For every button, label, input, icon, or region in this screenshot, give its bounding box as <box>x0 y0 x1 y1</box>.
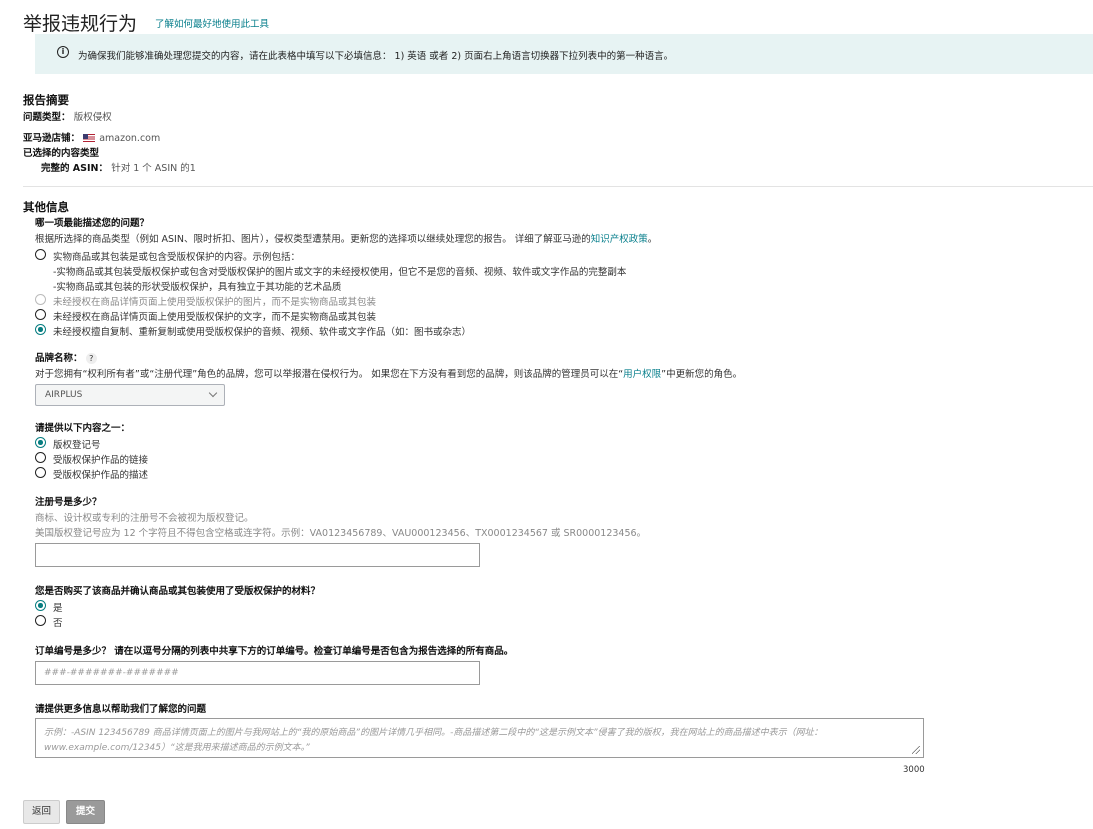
issue-option-label: 未经授权在商品详情页面上使用受版权保护的图片，而不是实物商品或其包装 <box>53 297 377 308</box>
brand-desc-prefix: 对于您拥有“权利所有者”或“注册代理”角色的品牌，您可以举报潜在侵权行为。 如果… <box>35 369 624 380</box>
issue-description: 根据所选择的商品类型（例如 ASIN、限时折扣、图片），侵权类型遭禁用。更新您的… <box>35 231 657 245</box>
provide-option-radio[interactable] <box>35 452 46 463</box>
brand-label: 品牌名称： <box>35 353 83 364</box>
order-input[interactable]: ###-#######-####### <box>35 661 480 685</box>
issue-option-detail: -实物商品或其包装受版权保护或包含对受版权保护的图片或文字的未经授权使用，但它不… <box>53 267 627 278</box>
brand-description: 对于您拥有“权利所有者”或“注册代理”角色的品牌，您可以举报潜在侵权行为。 如果… <box>35 366 742 380</box>
resize-handle-icon[interactable] <box>912 746 920 754</box>
back-button[interactable]: 返回 <box>23 800 60 824</box>
issue-option-radio[interactable] <box>35 309 46 320</box>
brand-select[interactable]: AIRPLUS <box>35 384 225 406</box>
issue-question: 哪一项最能描述您的问题？ <box>35 218 150 229</box>
issue-desc-suffix: 。 <box>647 234 658 245</box>
issue-option-label: 实物商品或其包装是或包含受版权保护的内容。示例包括： <box>53 252 301 263</box>
purchase-no-label: 否 <box>53 618 63 629</box>
registration-label: 注册号是多少？ <box>35 497 102 508</box>
provide-option-radio[interactable] <box>35 437 46 448</box>
store-value: amazon.com <box>99 133 161 144</box>
issue-type-row: 问题类型： 版权侵权 <box>23 109 112 123</box>
registration-input[interactable] <box>35 543 480 567</box>
issue-type-label: 问题类型： <box>23 112 71 123</box>
info-icon: i <box>57 46 69 58</box>
summary-heading: 报告摘要 <box>23 93 69 107</box>
brand-selected-value: AIRPLUS <box>45 390 83 400</box>
issue-option-label: 未经授权擅自复制、重新复制或使用受版权保护的音频、视频、软件或文字作品（如：图书… <box>53 327 472 338</box>
provide-label: 请提供以下内容之一： <box>35 423 131 434</box>
section-divider <box>23 186 1093 187</box>
user-permissions-link[interactable]: 用户权限 <box>623 369 661 380</box>
ip-policy-link[interactable]: 知识产权政策 <box>591 234 648 245</box>
purchase-label: 您是否购买了该商品并确认商品或其包装使用了受版权保护的材料？ <box>35 586 321 597</box>
details-placeholder: 示例：-ASIN 123456789 商品详情页面上的图片与我网站上的“我的原始… <box>44 728 823 738</box>
purchase-yes-radio[interactable] <box>35 600 46 611</box>
provide-option-radio[interactable] <box>35 467 46 478</box>
details-textarea[interactable]: 示例：-ASIN 123456789 商品详情页面上的图片与我网站上的“我的原始… <box>35 718 924 758</box>
provide-option-label: 版权登记号 <box>53 440 101 451</box>
help-icon[interactable]: ? <box>85 352 97 364</box>
issue-option-radio[interactable] <box>35 249 46 260</box>
purchase-no-radio[interactable] <box>35 615 46 626</box>
provide-option-label: 受版权保护作品的描述 <box>53 470 149 481</box>
asin-row: 完整的 ASIN： 针对 1 个 ASIN 的1 <box>41 160 196 174</box>
char-limit: 3000 <box>903 765 925 775</box>
store-label: 亚马逊店铺： <box>23 133 81 144</box>
banner-text: 为确保我们能够准确处理您提交的内容，请在此表格中填写以下必填信息： 1) 英语 … <box>78 51 674 62</box>
brand-label-row: 品牌名称： ? <box>35 350 97 364</box>
details-placeholder: www.example.com/12345）“这是我用来描述商品的示例文本。” <box>44 743 310 753</box>
issue-option-radio[interactable] <box>35 324 46 335</box>
issue-option-detail: -实物商品或其包装的形状受版权保护，具有独立于其功能的艺术品质 <box>53 282 342 293</box>
order-placeholder: ###-#######-####### <box>44 668 179 678</box>
registration-hint: 美国版权登记号应为 12 个字符且不得包含空格或连字符。示例：VA0123456… <box>35 528 647 539</box>
issue-option-label: 未经授权在商品详情页面上使用受版权保护的文字，而不是实物商品或其包装 <box>53 312 377 323</box>
provide-option-label: 受版权保护作品的链接 <box>53 455 149 466</box>
us-flag-icon <box>83 134 96 142</box>
asin-value: 针对 1 个 ASIN 的1 <box>111 163 196 174</box>
info-banner: i 为确保我们能够准确处理您提交的内容，请在此表格中填写以下必填信息： 1) 英… <box>35 34 1093 74</box>
order-label: 订单编号是多少？ 请在以逗号分隔的列表中共享下方的订单编号。检查订单编号是否包含… <box>35 646 514 657</box>
submit-button[interactable]: 提交 <box>66 800 105 824</box>
other-info-heading: 其他信息 <box>23 200 69 214</box>
registration-hint: 商标、设计权或专利的注册号不会被视为版权登记。 <box>35 513 254 524</box>
details-label: 请提供更多信息以帮助我们了解您的问题 <box>35 704 207 715</box>
brand-desc-suffix: ”中更新您的角色。 <box>661 369 743 380</box>
purchase-yes-label: 是 <box>53 603 63 614</box>
content-type-label: 已选择的内容类型 <box>23 148 100 159</box>
issue-type-value: 版权侵权 <box>73 112 112 123</box>
chevron-down-icon <box>208 388 218 398</box>
page-title: 举报违规行为 <box>23 13 138 35</box>
store-row: 亚马逊店铺： amazon.com <box>23 130 160 144</box>
issue-desc-prefix: 根据所选择的商品类型（例如 ASIN、限时折扣、图片），侵权类型遭禁用。更新您的… <box>35 234 591 245</box>
asin-label: 完整的 ASIN： <box>41 163 108 174</box>
issue-option-radio <box>35 294 46 305</box>
help-link[interactable]: 了解如何最好地使用此工具 <box>155 16 269 30</box>
